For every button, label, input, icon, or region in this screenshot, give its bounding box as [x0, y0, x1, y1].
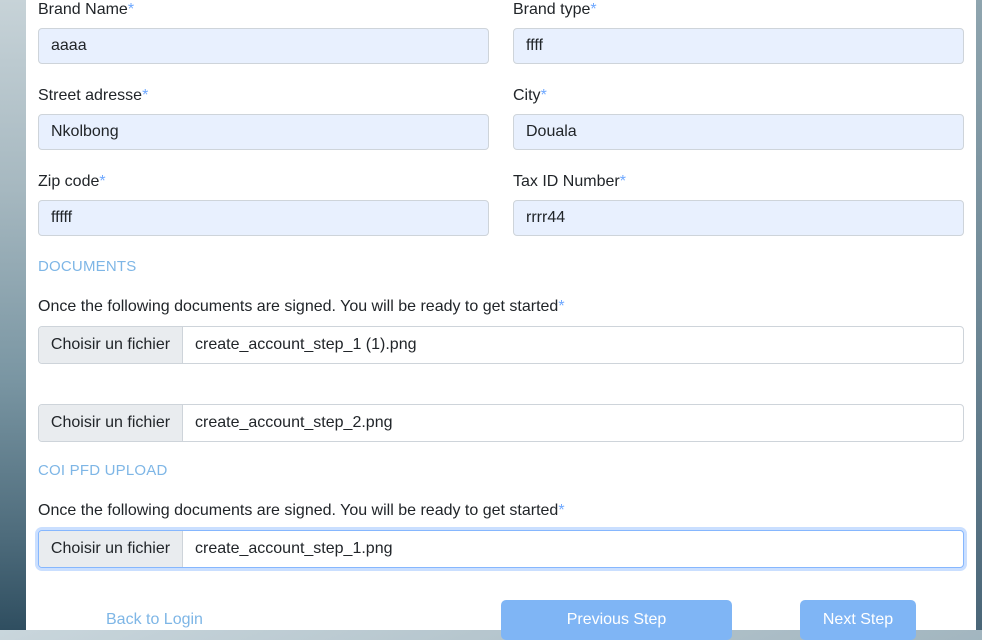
brand-name-label: Brand Name* — [38, 1, 135, 18]
tax-id-input[interactable] — [513, 200, 964, 236]
form-card: Brand Name* Brand type* Street adresse* … — [26, 0, 976, 640]
city-input[interactable] — [513, 114, 964, 150]
street-input[interactable] — [38, 114, 489, 150]
file-input-coi[interactable]: Choisir un fichier create_account_step_1… — [38, 530, 964, 568]
file-input-document-2[interactable]: Choisir un fichier create_account_step_2… — [38, 404, 964, 442]
back-to-login-link[interactable]: Back to Login — [106, 611, 203, 629]
documents-description: Once the following documents are signed.… — [38, 298, 565, 315]
file-name: create_account_step_1.png — [195, 540, 393, 557]
tax-id-label: Tax ID Number* — [513, 173, 626, 190]
file-input-document-1[interactable]: Choisir un fichier create_account_step_1… — [38, 326, 964, 364]
previous-step-button[interactable]: Previous Step — [501, 600, 732, 640]
coi-heading: COI PFD UPLOAD — [38, 462, 168, 479]
zip-label: Zip code* — [38, 173, 106, 190]
background-right — [976, 0, 982, 630]
choose-file-button[interactable]: Choisir un fichier — [39, 531, 183, 567]
choose-file-button[interactable]: Choisir un fichier — [39, 405, 183, 441]
file-name: create_account_step_1 (1).png — [195, 336, 417, 353]
brand-type-label: Brand type* — [513, 1, 597, 18]
background-left — [0, 0, 26, 630]
next-step-button[interactable]: Next Step — [800, 600, 916, 640]
city-label: City* — [513, 87, 547, 104]
documents-heading: DOCUMENTS — [38, 258, 137, 275]
file-name: create_account_step_2.png — [195, 414, 393, 431]
brand-type-input[interactable] — [513, 28, 964, 64]
street-label: Street adresse* — [38, 87, 149, 104]
choose-file-button[interactable]: Choisir un fichier — [39, 327, 183, 363]
brand-name-input[interactable] — [38, 28, 489, 64]
coi-description: Once the following documents are signed.… — [38, 502, 565, 519]
zip-input[interactable] — [38, 200, 489, 236]
